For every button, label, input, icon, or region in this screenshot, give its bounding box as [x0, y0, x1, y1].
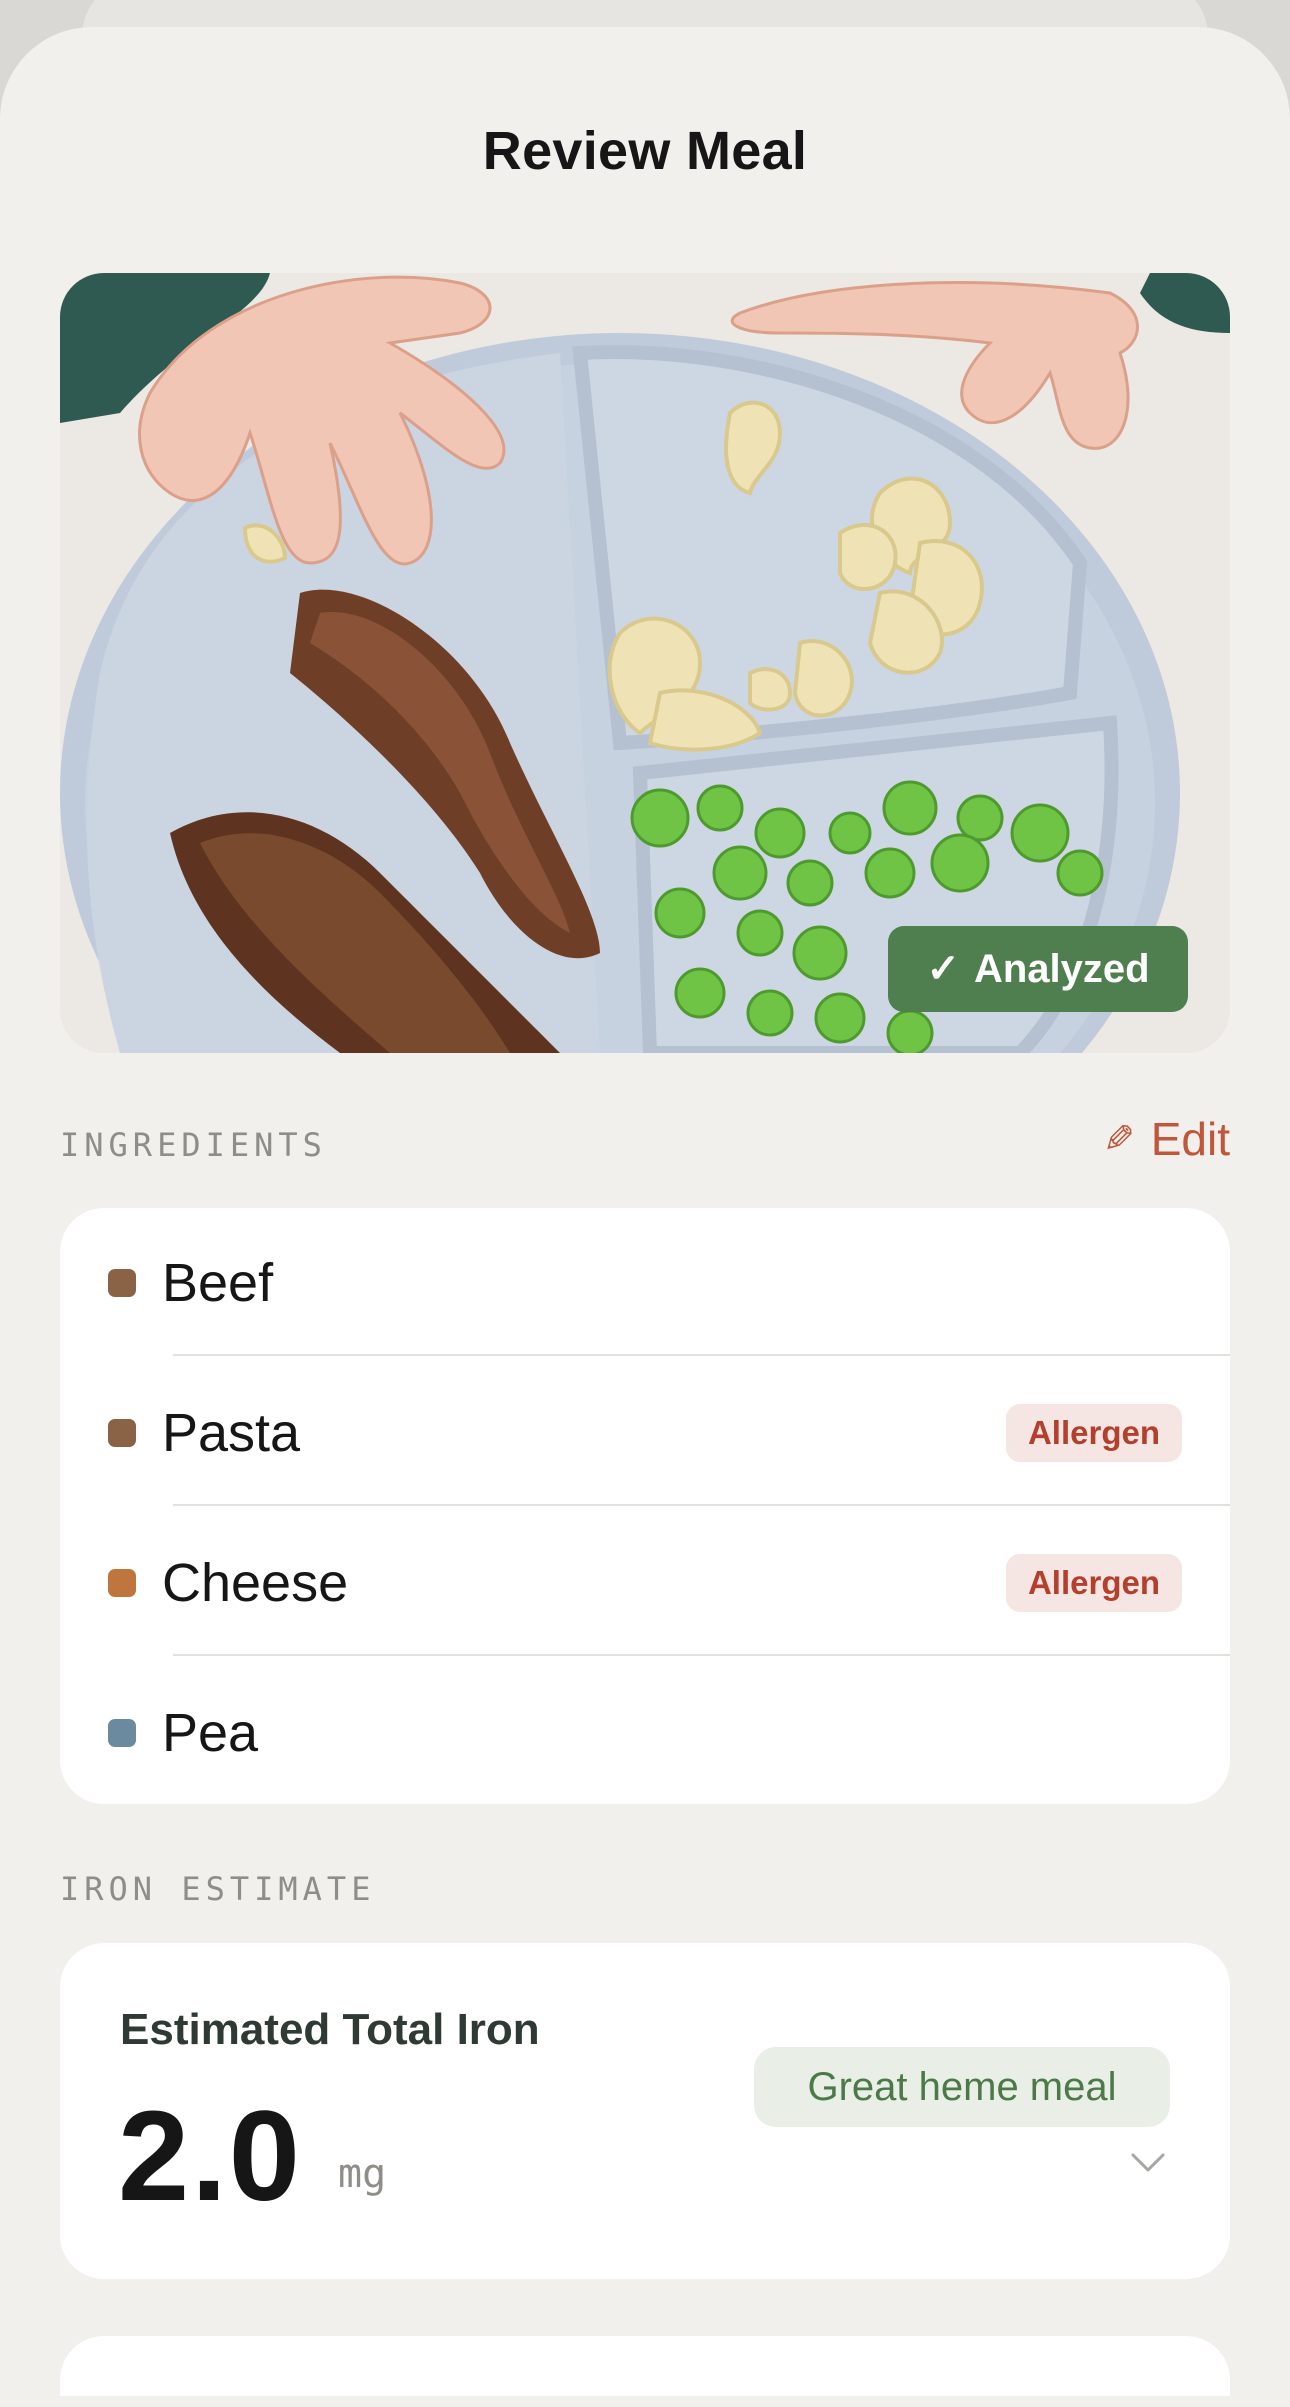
- ingredient-name: Cheese: [162, 1553, 349, 1613]
- allergen-badge: Allergen: [1005, 1404, 1182, 1462]
- allergen-badge: Allergen: [1005, 1554, 1182, 1612]
- ingredient-row-cheese[interactable]: Cheese Allergen: [60, 1508, 1230, 1658]
- ingredient-row-pasta[interactable]: Pasta Allergen: [60, 1358, 1230, 1508]
- divider: [173, 1654, 1230, 1656]
- analyzed-badge: ✓ Analyzed: [888, 926, 1188, 1012]
- edit-ingredients-button[interactable]: ✎ Edit: [1103, 1112, 1230, 1166]
- edit-label: Edit: [1150, 1113, 1230, 1165]
- pencil-icon: ✎: [1102, 1118, 1135, 1161]
- iron-value: 2.0: [118, 2085, 302, 2228]
- ingredient-name: Pea: [162, 1703, 259, 1763]
- iron-unit: mg: [338, 2151, 387, 2197]
- iron-estimate-card[interactable]: Estimated Total Iron 2.0 mg Great heme m…: [60, 1943, 1230, 2279]
- ingredient-name: Beef: [162, 1253, 274, 1313]
- divider: [173, 1354, 1230, 1356]
- ingredient-color-dot: [108, 1569, 136, 1597]
- analyzed-label: Analyzed: [973, 946, 1150, 991]
- heme-meal-tag: Great heme meal: [754, 2047, 1170, 2127]
- ingredient-row-pea[interactable]: Pea: [60, 1658, 1230, 1808]
- iron-section-label: IRON ESTIMATE: [60, 1870, 376, 1908]
- checkmark-icon: ✓: [926, 947, 960, 991]
- ingredient-color-dot: [108, 1719, 136, 1747]
- iron-card-title: Estimated Total Iron: [120, 2005, 540, 2054]
- ingredient-row-beef[interactable]: Beef: [60, 1208, 1230, 1358]
- page-title: Review Meal: [482, 121, 808, 181]
- ingredients-section-label: INGREDIENTS: [60, 1126, 327, 1164]
- divider: [173, 1504, 1230, 1506]
- ingredients-card: Beef Pasta Allergen Cheese Allergen Pea: [60, 1208, 1230, 1804]
- next-card: [60, 2336, 1230, 2396]
- ingredient-name: Pasta: [162, 1403, 301, 1463]
- ingredient-color-dot: [108, 1269, 136, 1297]
- chevron-down-icon[interactable]: [1130, 2148, 1166, 2182]
- ingredient-color-dot: [108, 1419, 136, 1447]
